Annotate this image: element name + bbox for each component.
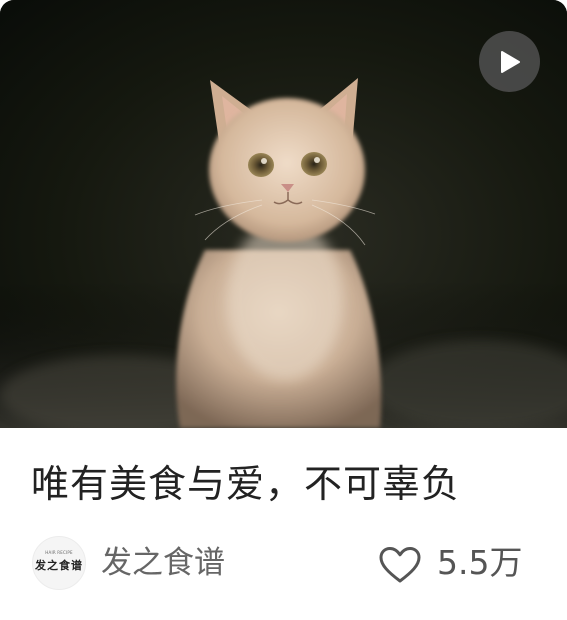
author-avatar[interactable]: HAIR RECIPE 发之食谱 — [32, 536, 86, 590]
heart-outline-icon[interactable] — [378, 546, 422, 584]
note-footer: HAIR RECIPE 发之食谱 发之食谱 5.5万 — [0, 532, 567, 596]
cover-image[interactable] — [0, 0, 567, 428]
avatar-brand-name: 发之食谱 — [35, 559, 83, 572]
play-icon — [500, 50, 520, 73]
note-card[interactable]: 唯有美食与爱，不可辜负 HAIR RECIPE 发之食谱 发之食谱 5.5万 — [0, 0, 567, 620]
like-count: 5.5万 — [437, 543, 523, 582]
avatar-brand-text: HAIR RECIPE — [45, 550, 73, 555]
note-title[interactable]: 唯有美食与爱，不可辜负 — [31, 458, 541, 510]
play-button[interactable] — [479, 31, 540, 92]
author-name[interactable]: 发之食谱 — [101, 542, 225, 584]
